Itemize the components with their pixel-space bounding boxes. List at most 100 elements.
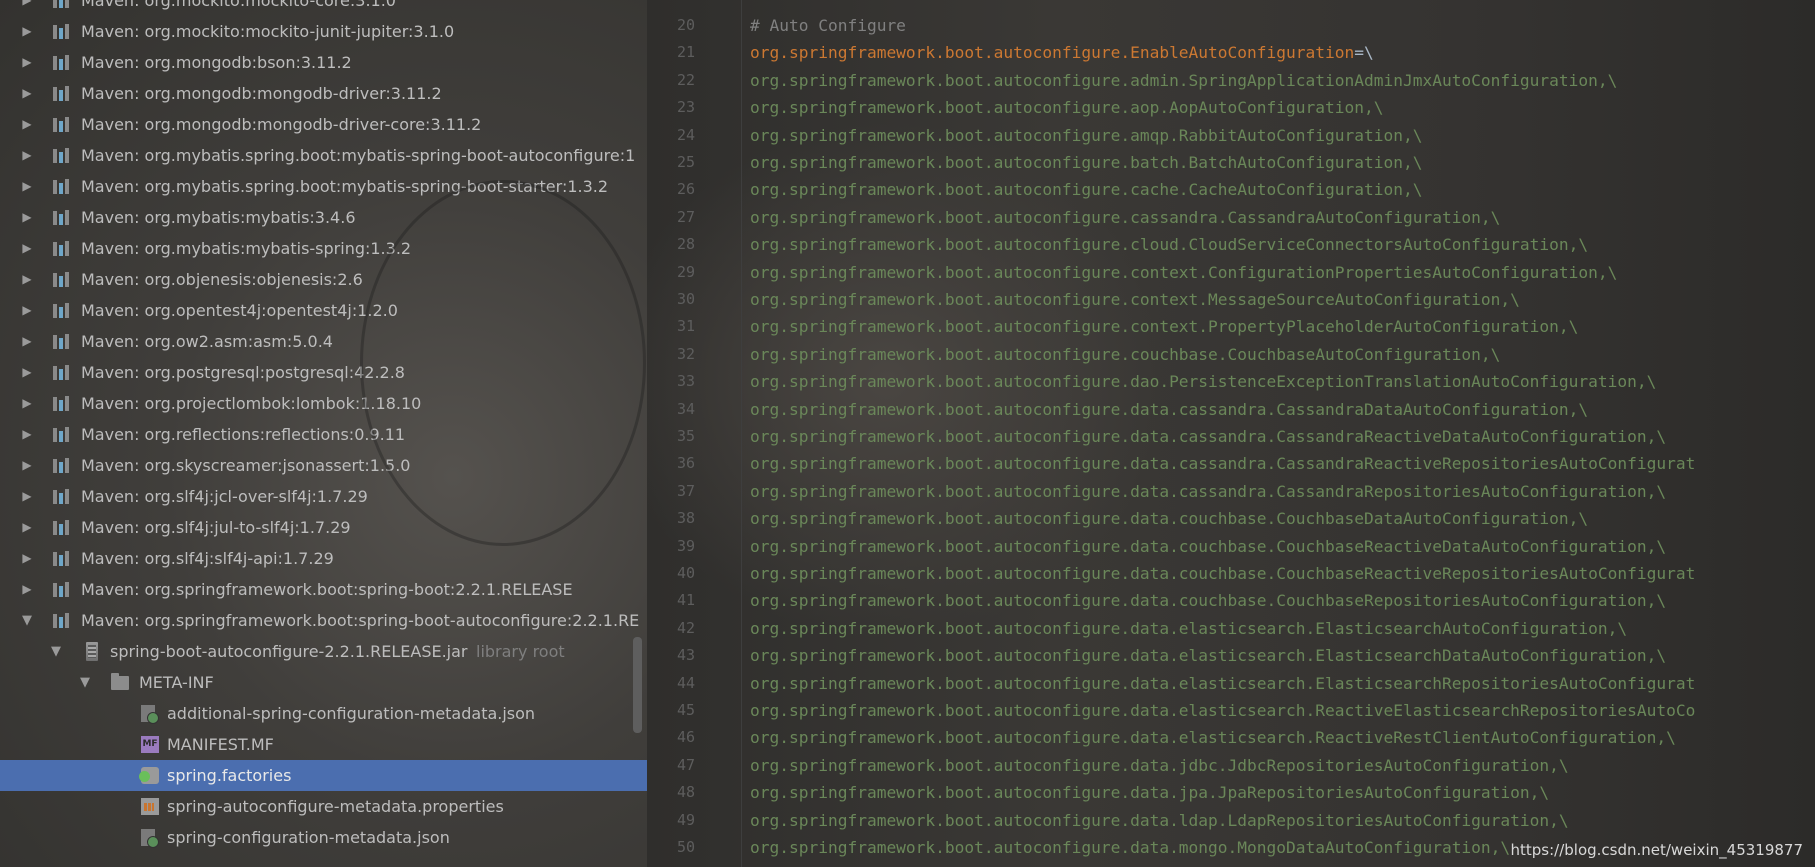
- tree-item-maven-library[interactable]: ▶ Maven: org.mockito:mockito-core:3.1.0: [0, 0, 647, 16]
- property-key-line[interactable]: org.springframework.boot.autoconfigure.E…: [750, 39, 1374, 66]
- expand-arrow-icon[interactable]: ▶: [20, 419, 34, 450]
- tree-item-meta-inf-folder[interactable]: ▼ META-INF: [0, 667, 647, 698]
- property-value-line[interactable]: org.springframework.boot.autoconfigure.a…: [750, 122, 1422, 149]
- json-file-icon: [141, 705, 159, 724]
- code-text: org.springframework.boot.autoconfigure.c…: [750, 235, 1589, 255]
- property-value-line[interactable]: org.springframework.boot.autoconfigure.d…: [750, 642, 1666, 669]
- property-value-line[interactable]: org.springframework.boot.autoconfigure.c…: [750, 313, 1578, 340]
- property-value-line[interactable]: org.springframework.boot.autoconfigure.a…: [750, 94, 1383, 121]
- line-number: 50: [676, 838, 695, 856]
- tree-item-maven-library[interactable]: ▶ Maven: org.opentest4j:opentest4j:1.2.0: [0, 295, 647, 326]
- tree-item-maven-library[interactable]: ▶ Maven: org.postgresql:postgresql:42.2.8: [0, 357, 647, 388]
- property-value-line[interactable]: org.springframework.boot.autoconfigure.c…: [750, 259, 1617, 286]
- manifest-file-icon: MF: [141, 736, 159, 753]
- tree-item-maven-library[interactable]: ▶ Maven: org.mybatis.spring.boot:mybatis-…: [0, 171, 647, 202]
- property-value-line[interactable]: org.springframework.boot.autoconfigure.d…: [750, 697, 1695, 724]
- code-text: org.springframework.boot.autoconfigure.d…: [750, 755, 1569, 775]
- expand-arrow-icon[interactable]: ▶: [20, 481, 34, 512]
- tree-item-maven-library[interactable]: ▼ Maven: org.springframework.boot:spring-…: [0, 605, 647, 636]
- property-value-line[interactable]: org.springframework.boot.autoconfigure.b…: [750, 149, 1422, 176]
- expand-arrow-icon[interactable]: ▶: [20, 0, 34, 16]
- tree-item-jar[interactable]: ▼ spring-boot-autoconfigure-2.2.1.RELEASE…: [0, 636, 647, 667]
- tree-item-maven-library[interactable]: ▶ Maven: org.mongodb:bson:3.11.2: [0, 47, 647, 78]
- property-value-line[interactable]: org.springframework.boot.autoconfigure.d…: [750, 834, 1510, 861]
- tree-item-maven-library[interactable]: ▶ Maven: org.mockito:mockito-junit-jupite…: [0, 16, 647, 47]
- tree-item-maven-library[interactable]: ▶ Maven: org.skyscreamer:jsonassert:1.5.0: [0, 450, 647, 481]
- property-value-line[interactable]: org.springframework.boot.autoconfigure.d…: [750, 779, 1549, 806]
- property-value-line[interactable]: org.springframework.boot.autoconfigure.d…: [750, 752, 1569, 779]
- expand-arrow-icon[interactable]: ▶: [20, 574, 34, 605]
- tree-item-maven-library[interactable]: ▶ Maven: org.objenesis:objenesis:2.6: [0, 264, 647, 295]
- tree-item-label: Maven: org.mockito:mockito-junit-jupiter…: [81, 22, 455, 41]
- maven-library-icon: [52, 519, 70, 536]
- tree-item-maven-library[interactable]: ▶ Maven: org.reflections:reflections:0.9.…: [0, 419, 647, 450]
- tree-item-maven-library[interactable]: ▶ Maven: org.projectlombok:lombok:1.18.10: [0, 388, 647, 419]
- expand-arrow-icon[interactable]: ▶: [20, 295, 34, 326]
- expand-arrow-icon[interactable]: ▶: [20, 171, 34, 202]
- expand-arrow-icon[interactable]: ▶: [20, 47, 34, 78]
- tree-item-maven-library[interactable]: ▶ Maven: org.slf4j:jcl-over-slf4j:1.7.29: [0, 481, 647, 512]
- line-number: 30: [676, 290, 695, 308]
- code-editor[interactable]: 20 21 22 23 24 25 26 27 28 29 30 31 32 33 34 35 36 37 38 39…: [647, 0, 1815, 867]
- tree-item-maven-library[interactable]: ▶ Maven: org.mongodb:mongodb-driver-core:…: [0, 109, 647, 140]
- code-text: org.springframework.boot.autoconfigure.c…: [750, 262, 1618, 282]
- tree-item-file[interactable]: MF MANIFEST.MF: [0, 729, 647, 760]
- property-value-line[interactable]: org.springframework.boot.autoconfigure.d…: [750, 533, 1666, 560]
- expand-arrow-icon[interactable]: ▶: [20, 388, 34, 419]
- tree-item-maven-library[interactable]: ▶ Maven: org.springframework.boot:spring-…: [0, 574, 647, 605]
- tree-scrollbar[interactable]: [633, 637, 642, 733]
- property-value-line[interactable]: org.springframework.boot.autoconfigure.d…: [750, 560, 1695, 587]
- tree-item-file[interactable]: spring.factories: [0, 760, 647, 791]
- property-value-line[interactable]: org.springframework.boot.autoconfigure.d…: [750, 587, 1666, 614]
- tree-item-maven-library[interactable]: ▶ Maven: org.ow2.asm:asm:5.0.4: [0, 326, 647, 357]
- property-value-line[interactable]: org.springframework.boot.autoconfigure.a…: [750, 67, 1617, 94]
- maven-library-icon: [52, 23, 70, 40]
- expand-arrow-icon[interactable]: ▶: [20, 450, 34, 481]
- tree-item-maven-library[interactable]: ▶ Maven: org.mybatis:mybatis:3.4.6: [0, 202, 647, 233]
- property-value-line[interactable]: org.springframework.boot.autoconfigure.d…: [750, 724, 1676, 751]
- tree-item-maven-library[interactable]: ▶ Maven: org.slf4j:slf4j-api:1.7.29: [0, 543, 647, 574]
- tree-item-maven-library[interactable]: ▶ Maven: org.mybatis:mybatis-spring:1.3.2: [0, 233, 647, 264]
- code-comment-line[interactable]: # Auto Configure: [750, 12, 906, 39]
- code-text: org.springframework.boot.autoconfigure.c…: [750, 207, 1501, 227]
- property-value-line[interactable]: org.springframework.boot.autoconfigure.d…: [750, 423, 1666, 450]
- property-value-line[interactable]: org.springframework.boot.autoconfigure.d…: [750, 807, 1569, 834]
- property-value-line[interactable]: org.springframework.boot.autoconfigure.c…: [750, 341, 1500, 368]
- expand-arrow-icon[interactable]: ▶: [20, 264, 34, 295]
- property-value-line[interactable]: org.springframework.boot.autoconfigure.d…: [750, 505, 1588, 532]
- property-value-line[interactable]: org.springframework.boot.autoconfigure.c…: [750, 204, 1500, 231]
- expand-arrow-icon[interactable]: ▶: [20, 140, 34, 171]
- tree-item-maven-library[interactable]: ▶ Maven: org.mongodb:mongodb-driver:3.11.…: [0, 78, 647, 109]
- property-value-line[interactable]: org.springframework.boot.autoconfigure.d…: [750, 368, 1656, 395]
- tree-item-maven-library[interactable]: ▶ Maven: org.mybatis.spring.boot:mybatis-…: [0, 140, 647, 171]
- property-value-line[interactable]: org.springframework.boot.autoconfigure.d…: [750, 615, 1627, 642]
- property-value-line[interactable]: org.springframework.boot.autoconfigure.d…: [750, 478, 1666, 505]
- expand-arrow-icon[interactable]: ▶: [20, 357, 34, 388]
- json-file-icon: [141, 829, 159, 848]
- expand-arrow-icon[interactable]: ▶: [20, 543, 34, 574]
- maven-library-icon: [52, 457, 70, 474]
- property-value-line[interactable]: org.springframework.boot.autoconfigure.d…: [750, 670, 1695, 697]
- expand-arrow-icon[interactable]: ▶: [20, 326, 34, 357]
- code-text: org.springframework.boot.autoconfigure.d…: [750, 427, 1667, 446]
- collapse-arrow-icon[interactable]: ▼: [49, 636, 63, 667]
- collapse-arrow-icon[interactable]: ▼: [78, 667, 92, 698]
- tree-item-file[interactable]: spring-configuration-metadata.json: [0, 822, 647, 853]
- property-value-line[interactable]: org.springframework.boot.autoconfigure.d…: [750, 450, 1695, 477]
- expand-arrow-icon[interactable]: ▶: [20, 78, 34, 109]
- code-text: org.springframework.boot.autoconfigure.d…: [750, 728, 1676, 748]
- expand-arrow-icon[interactable]: ▶: [20, 233, 34, 264]
- expand-arrow-icon[interactable]: ▶: [20, 109, 34, 140]
- property-value-line[interactable]: org.springframework.boot.autoconfigure.c…: [750, 231, 1588, 258]
- tree-item-file[interactable]: spring-autoconfigure-metadata.properties: [0, 791, 647, 822]
- tree-item-maven-library[interactable]: ▶ Maven: org.slf4j:jul-to-slf4j:1.7.29: [0, 512, 647, 543]
- property-value-line[interactable]: org.springframework.boot.autoconfigure.c…: [750, 286, 1520, 313]
- property-value-line[interactable]: org.springframework.boot.autoconfigure.c…: [750, 176, 1422, 203]
- collapse-arrow-icon[interactable]: ▼: [20, 605, 34, 636]
- expand-arrow-icon[interactable]: ▶: [20, 202, 34, 233]
- property-value-line[interactable]: org.springframework.boot.autoconfigure.d…: [750, 396, 1588, 423]
- expand-arrow-icon[interactable]: ▶: [20, 16, 34, 47]
- expand-arrow-icon[interactable]: ▶: [20, 512, 34, 543]
- tree-item-file[interactable]: additional-spring-configuration-metadata…: [0, 698, 647, 729]
- project-tree-panel[interactable]: ▶ Maven: org.mockito:mockito-core:3.1.0 ▶ M…: [0, 0, 647, 867]
